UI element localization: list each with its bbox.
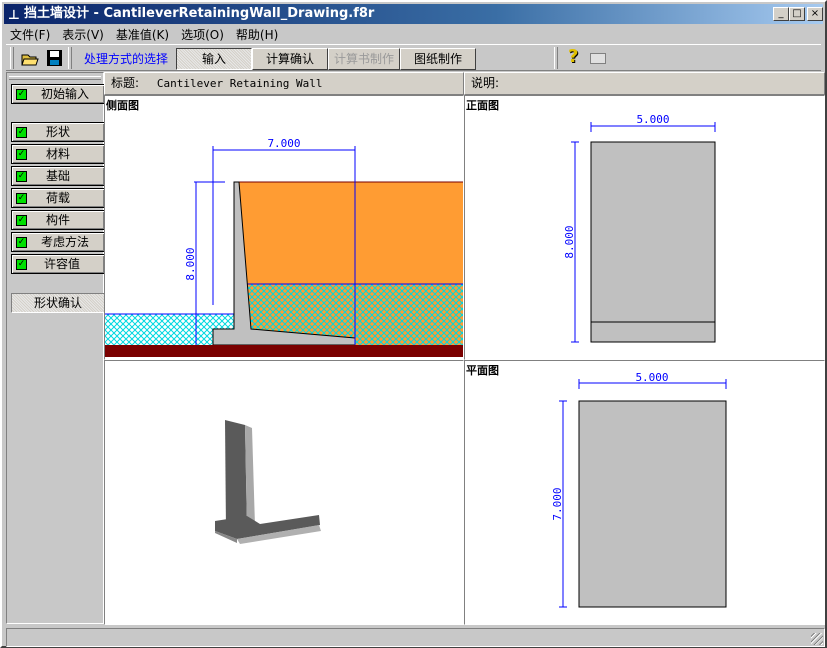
card-icon[interactable] xyxy=(590,53,606,64)
sidebar-item-allowable[interactable]: ✓ 许容值 xyxy=(11,254,105,274)
minimize-button[interactable]: _ xyxy=(773,7,789,21)
plan-wall xyxy=(578,400,727,608)
3d-model xyxy=(215,420,321,544)
plan-view-label: 平面图 xyxy=(466,364,499,377)
check-icon: ✓ xyxy=(16,193,27,204)
tab-report[interactable]: 计算书制作 xyxy=(328,48,400,70)
plan-width-dimension: 5.000 xyxy=(635,371,668,384)
status-bar xyxy=(6,628,825,647)
front-view-drawing: 5.000 8.000 xyxy=(563,113,716,343)
title-bar: ⊥ 挡土墙设计 - CantileverRetainingWall_Drawin… xyxy=(4,4,823,24)
3d-view-panel[interactable] xyxy=(104,360,464,625)
shape-confirm-button[interactable]: 形状确认 xyxy=(11,293,105,313)
sidebar: ✓ 初始输入 ✓ 形状 ✓ 材料 ✓ 基础 ✓ 荷载 ✓ 构件 ✓ 考虑方法 ✓ 许容值 形状确… xyxy=(6,72,105,624)
menu-standard[interactable]: 基准值(K) xyxy=(110,24,175,43)
front-width-dimension: 5.000 xyxy=(636,113,669,126)
title-label: 标题: xyxy=(111,76,140,90)
sidebar-item-shape[interactable]: ✓ 形状 xyxy=(11,122,105,142)
open-folder-icon[interactable] xyxy=(20,48,40,68)
side-width-dimension: 7.000 xyxy=(267,137,300,150)
side-view-drawing: 7.000 8.000 xyxy=(105,137,463,357)
window-title: 挡土墙设计 - CantileverRetainingWall_Drawing.… xyxy=(24,6,375,21)
check-icon: ✓ xyxy=(16,127,27,138)
button-label: 构件 xyxy=(45,213,70,227)
title-value[interactable]: Cantilever Retaining Wall xyxy=(157,77,323,90)
menu-help[interactable]: 帮助(H) xyxy=(230,24,284,43)
sidebar-item-material[interactable]: ✓ 材料 xyxy=(11,144,105,164)
backfill xyxy=(239,182,463,284)
button-label: 形状 xyxy=(45,125,70,139)
maximize-button[interactable]: □ xyxy=(789,7,805,21)
side-height-dimension: 8.000 xyxy=(184,247,197,280)
sidebar-item-foundation[interactable]: ✓ 基础 xyxy=(11,166,105,186)
button-label: 考虑方法 xyxy=(40,235,89,249)
menu-view[interactable]: 表示(V) xyxy=(56,24,110,43)
tab-drawing[interactable]: 图纸制作 xyxy=(400,48,476,70)
title-header: 标题: Cantilever Retaining Wall xyxy=(104,72,464,95)
check-icon: ✓ xyxy=(16,171,27,182)
button-label: 许容值 xyxy=(43,257,80,271)
toolbar: 处理方式的选择 输入 计算确认 计算书制作 图纸制作 ? xyxy=(6,44,821,71)
plan-view-drawing: 5.000 7.000 xyxy=(551,371,727,608)
menu-file[interactable]: 文件(F) xyxy=(4,24,56,43)
description-header: 说明: xyxy=(464,72,825,95)
resize-grip[interactable] xyxy=(811,633,823,645)
plan-view-panel[interactable]: 5.000 7.000 平面图 xyxy=(464,360,825,625)
ground xyxy=(105,345,463,357)
button-label: 基础 xyxy=(45,169,70,183)
front-wall xyxy=(590,141,716,343)
sidebar-item-load[interactable]: ✓ 荷载 xyxy=(11,188,105,208)
mode-label: 处理方式的选择 xyxy=(84,52,169,66)
help-icon[interactable]: ? xyxy=(568,46,578,67)
plan-height-dimension: 7.000 xyxy=(551,487,564,520)
check-icon: ✓ xyxy=(16,237,27,248)
front-height-dimension: 8.000 xyxy=(563,225,576,258)
tab-input[interactable]: 输入 xyxy=(176,48,252,70)
button-label: 荷载 xyxy=(45,191,70,205)
menu-bar: 文件(F) 表示(V) 基准值(K) 选项(O) 帮助(H) xyxy=(4,24,284,43)
initial-input-button[interactable]: ✓ 初始输入 xyxy=(11,84,105,104)
close-button[interactable]: × xyxy=(807,7,823,21)
toolbar-grip[interactable] xyxy=(554,47,558,69)
description-label: 说明: xyxy=(471,76,500,90)
toolbar-grip[interactable] xyxy=(10,47,14,69)
check-icon: ✓ xyxy=(16,89,27,100)
front-view-label: 正面图 xyxy=(466,99,499,112)
sidebar-item-member[interactable]: ✓ 构件 xyxy=(11,210,105,230)
menu-options[interactable]: 选项(O) xyxy=(175,24,230,43)
app-window: ⊥ 挡土墙设计 - CantileverRetainingWall_Drawin… xyxy=(0,0,827,648)
front-view-panel[interactable]: 5.000 8.000 正面图 xyxy=(464,95,825,360)
app-icon: ⊥ xyxy=(8,8,20,23)
save-icon[interactable] xyxy=(44,48,64,68)
button-label: 初始输入 xyxy=(40,87,89,101)
check-icon: ✓ xyxy=(16,259,27,270)
side-view-label: 侧面图 xyxy=(106,99,139,112)
tab-calc-confirm[interactable]: 计算确认 xyxy=(252,48,328,70)
side-view-panel[interactable]: 7.000 8.000 侧面图 xyxy=(104,95,464,360)
sidebar-item-method[interactable]: ✓ 考虑方法 xyxy=(11,232,105,252)
toolbar-grip[interactable] xyxy=(68,47,72,69)
check-icon: ✓ xyxy=(16,149,27,160)
check-icon: ✓ xyxy=(16,215,27,226)
button-label: 材料 xyxy=(45,147,70,161)
